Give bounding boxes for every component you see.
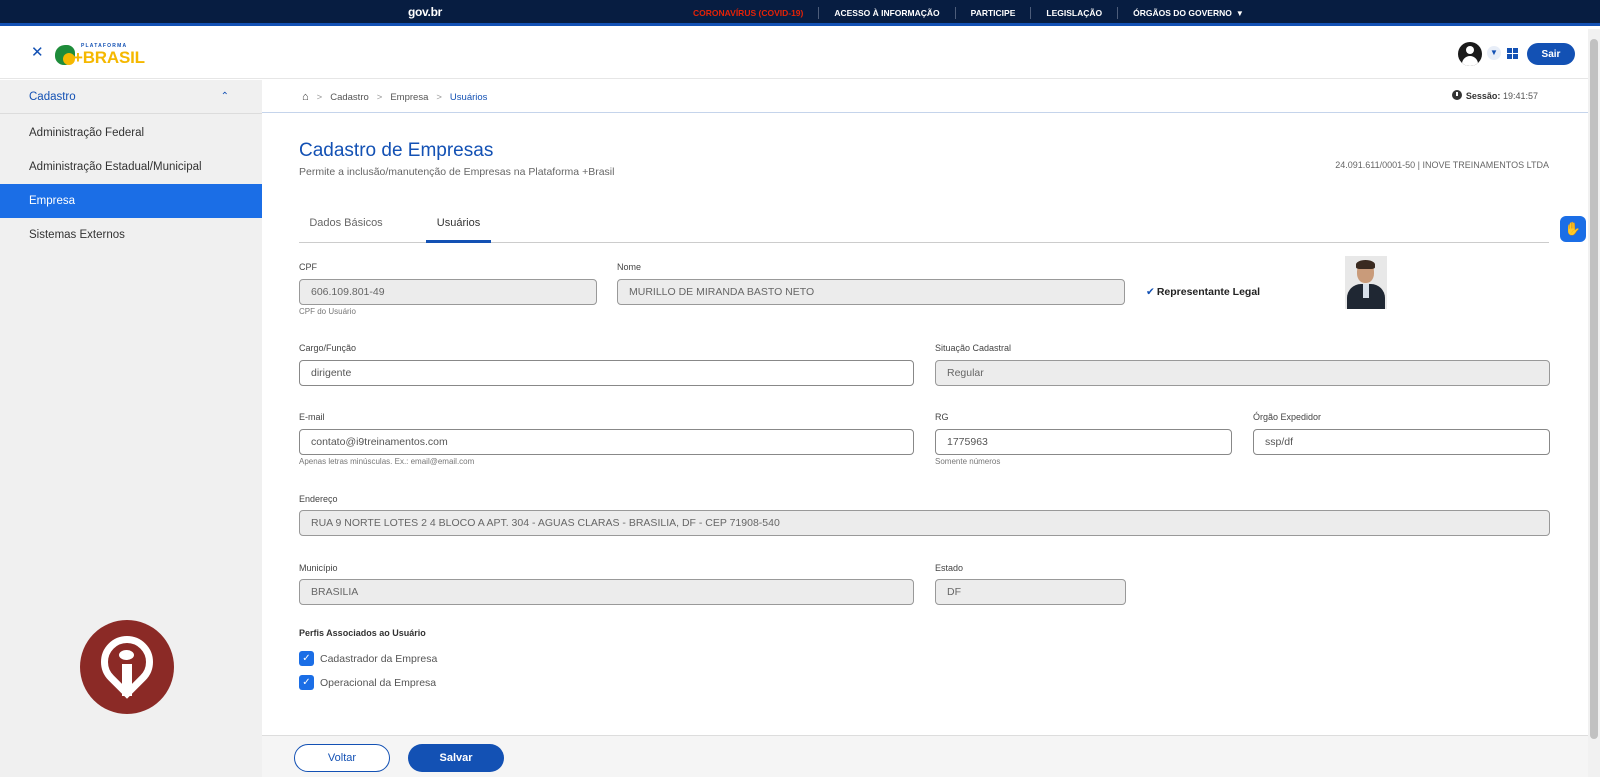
i9-logo	[80, 620, 174, 714]
municipio-label: Município	[299, 563, 338, 573]
save-button[interactable]: Salvar	[408, 744, 504, 772]
tab-usuarios[interactable]: Usuários	[426, 217, 491, 243]
endereco-label: Endereço	[299, 494, 338, 504]
sidebar-section-cadastro[interactable]: Cadastro ⌃	[0, 80, 262, 114]
nome-field[interactable]: MURILLO DE MIRANDA BASTO NETO	[617, 279, 1125, 305]
estado-label: Estado	[935, 563, 964, 573]
session-time: 19:41:57	[1502, 91, 1538, 101]
breadcrumb: ⌂ > Cadastro > Empresa > Usuários	[302, 91, 487, 103]
tab-bar: Dados Básicos Usuários	[299, 213, 1549, 243]
company-info: 24.091.611/0001-50 | INOVE TREINAMENTOS …	[1335, 160, 1549, 170]
page-subtitle: Permite a inclusão/manutenção de Empresa…	[299, 166, 615, 178]
page-title: Cadastro de Empresas	[299, 140, 494, 161]
user-photo	[1345, 256, 1387, 309]
cargo-field[interactable]: dirigente	[299, 360, 914, 386]
gov-link-orgaos-label: ÓRGÃOS DO GOVERNO	[1133, 7, 1232, 18]
govbr-logo[interactable]: gov.br	[408, 5, 442, 19]
nome-label: Nome	[617, 262, 642, 272]
sidebar-item-empresa[interactable]: Empresa	[0, 184, 262, 218]
representante-legal-indicator: ✔ Representante Legal	[1146, 286, 1260, 298]
rg-field[interactable]: 1775963	[935, 429, 1232, 455]
plataforma-brasil-logo[interactable]: PLATAFORMA +BRASIL	[55, 43, 145, 67]
perfil-cadastrador-label: Cadastrador da Empresa	[320, 652, 438, 665]
chevron-down-icon: ▼	[1235, 8, 1244, 18]
chevron-up-icon: ⌃	[220, 91, 229, 102]
gov-top-bar: gov.br CORONAVÍRUS (COVID-19) ACESSO À I…	[0, 0, 1600, 26]
accessibility-hand-icon[interactable]: ✋	[1560, 216, 1586, 242]
representante-legal-label: Representante Legal	[1156, 286, 1261, 298]
breadcrumb-cadastro[interactable]: Cadastro	[330, 92, 369, 103]
orgao-expedidor-label: Órgão Expedidor	[1253, 412, 1322, 422]
sidebar-item-sistemas-externos[interactable]: Sistemas Externos	[0, 218, 262, 252]
close-menu-icon[interactable]: ✕	[31, 43, 44, 61]
breadcrumb-bar: ⌂ > Cadastro > Empresa > Usuários Sessão…	[262, 80, 1588, 113]
form-footer: Voltar Salvar	[262, 735, 1588, 777]
rg-label: RG	[935, 412, 949, 422]
breadcrumb-separator: >	[436, 91, 442, 103]
cpf-hint: CPF do Usuário	[299, 307, 356, 316]
back-button[interactable]: Voltar	[294, 744, 390, 772]
session-timer: Sessão: 19:41:57	[1451, 90, 1538, 101]
breadcrumb-separator: >	[376, 91, 383, 103]
sidebar-item-administracao-estadual[interactable]: Administração Estadual/Municipal	[0, 150, 262, 184]
user-avatar-icon[interactable]	[1458, 42, 1482, 66]
breadcrumb-usuarios: Usuários	[449, 91, 488, 103]
rg-hint: Somente números	[935, 457, 1001, 466]
gov-links: CORONAVÍRUS (COVID-19) ACESSO À INFORMAÇ…	[678, 0, 1259, 26]
sidebar: Cadastro ⌃ Administração Federal Adminis…	[0, 80, 262, 777]
perfis-title: Perfis Associados ao Usuário	[299, 628, 426, 638]
apps-grid-icon[interactable]	[1507, 48, 1518, 59]
sidebar-item-administracao-federal[interactable]: Administração Federal	[0, 116, 262, 150]
email-hint: Apenas letras minúsculas. Ex.: email@ema…	[299, 457, 475, 466]
email-field[interactable]: contato@i9treinamentos.com	[299, 429, 914, 455]
municipio-field[interactable]: BRASILIA	[299, 579, 914, 605]
cpf-field[interactable]: 606.109.801-49	[299, 279, 597, 305]
sidebar-section-label: Cadastro	[29, 91, 76, 103]
checkbox-cadastrador[interactable]: ✓	[299, 651, 314, 666]
logo-big-text: +BRASIL	[73, 48, 145, 67]
situacao-field[interactable]: Regular	[935, 360, 1550, 386]
home-icon[interactable]: ⌂	[302, 91, 309, 103]
checkbox-operacional[interactable]: ✓	[299, 675, 314, 690]
app-header: ✕ PLATAFORMA +BRASIL ▼ Sair	[0, 29, 1588, 79]
scrollbar-thumb[interactable]	[1590, 39, 1598, 739]
orgao-expedidor-field[interactable]: ssp/df	[1253, 429, 1550, 455]
check-icon: ✔	[1146, 286, 1155, 298]
email-label: E-mail	[299, 412, 325, 422]
clock-icon	[1451, 90, 1462, 100]
session-label: Sessão:	[1465, 91, 1501, 101]
cpf-label: CPF	[299, 262, 317, 272]
gov-link-acesso[interactable]: ACESSO À INFORMAÇÃO	[819, 7, 956, 19]
perfil-cadastrador: ✓ Cadastrador da Empresa	[299, 651, 437, 666]
perfil-operacional: ✓ Operacional da Empresa	[299, 675, 436, 690]
perfil-operacional-label: Operacional da Empresa	[320, 676, 437, 689]
estado-field[interactable]: DF	[935, 579, 1126, 605]
scrollbar[interactable]	[1588, 29, 1600, 777]
gov-link-participe[interactable]: PARTICIPE	[956, 7, 1032, 19]
breadcrumb-empresa[interactable]: Empresa	[390, 92, 428, 103]
situacao-label: Situação Cadastral	[935, 343, 1012, 353]
logout-button[interactable]: Sair	[1527, 43, 1575, 65]
chevron-down-icon[interactable]: ▼	[1487, 46, 1501, 60]
tab-dados-basicos[interactable]: Dados Básicos	[309, 217, 383, 243]
gov-link-legislacao[interactable]: LEGISLAÇÃO	[1031, 7, 1119, 19]
gov-link-orgaos[interactable]: ÓRGÃOS DO GOVERNO ▼	[1118, 7, 1259, 20]
gov-link-covid[interactable]: CORONAVÍRUS (COVID-19)	[678, 7, 820, 19]
breadcrumb-separator: >	[316, 91, 323, 103]
cargo-label: Cargo/Função	[299, 343, 357, 353]
endereco-field[interactable]: RUA 9 NORTE LOTES 2 4 BLOCO A APT. 304 -…	[299, 510, 1550, 536]
